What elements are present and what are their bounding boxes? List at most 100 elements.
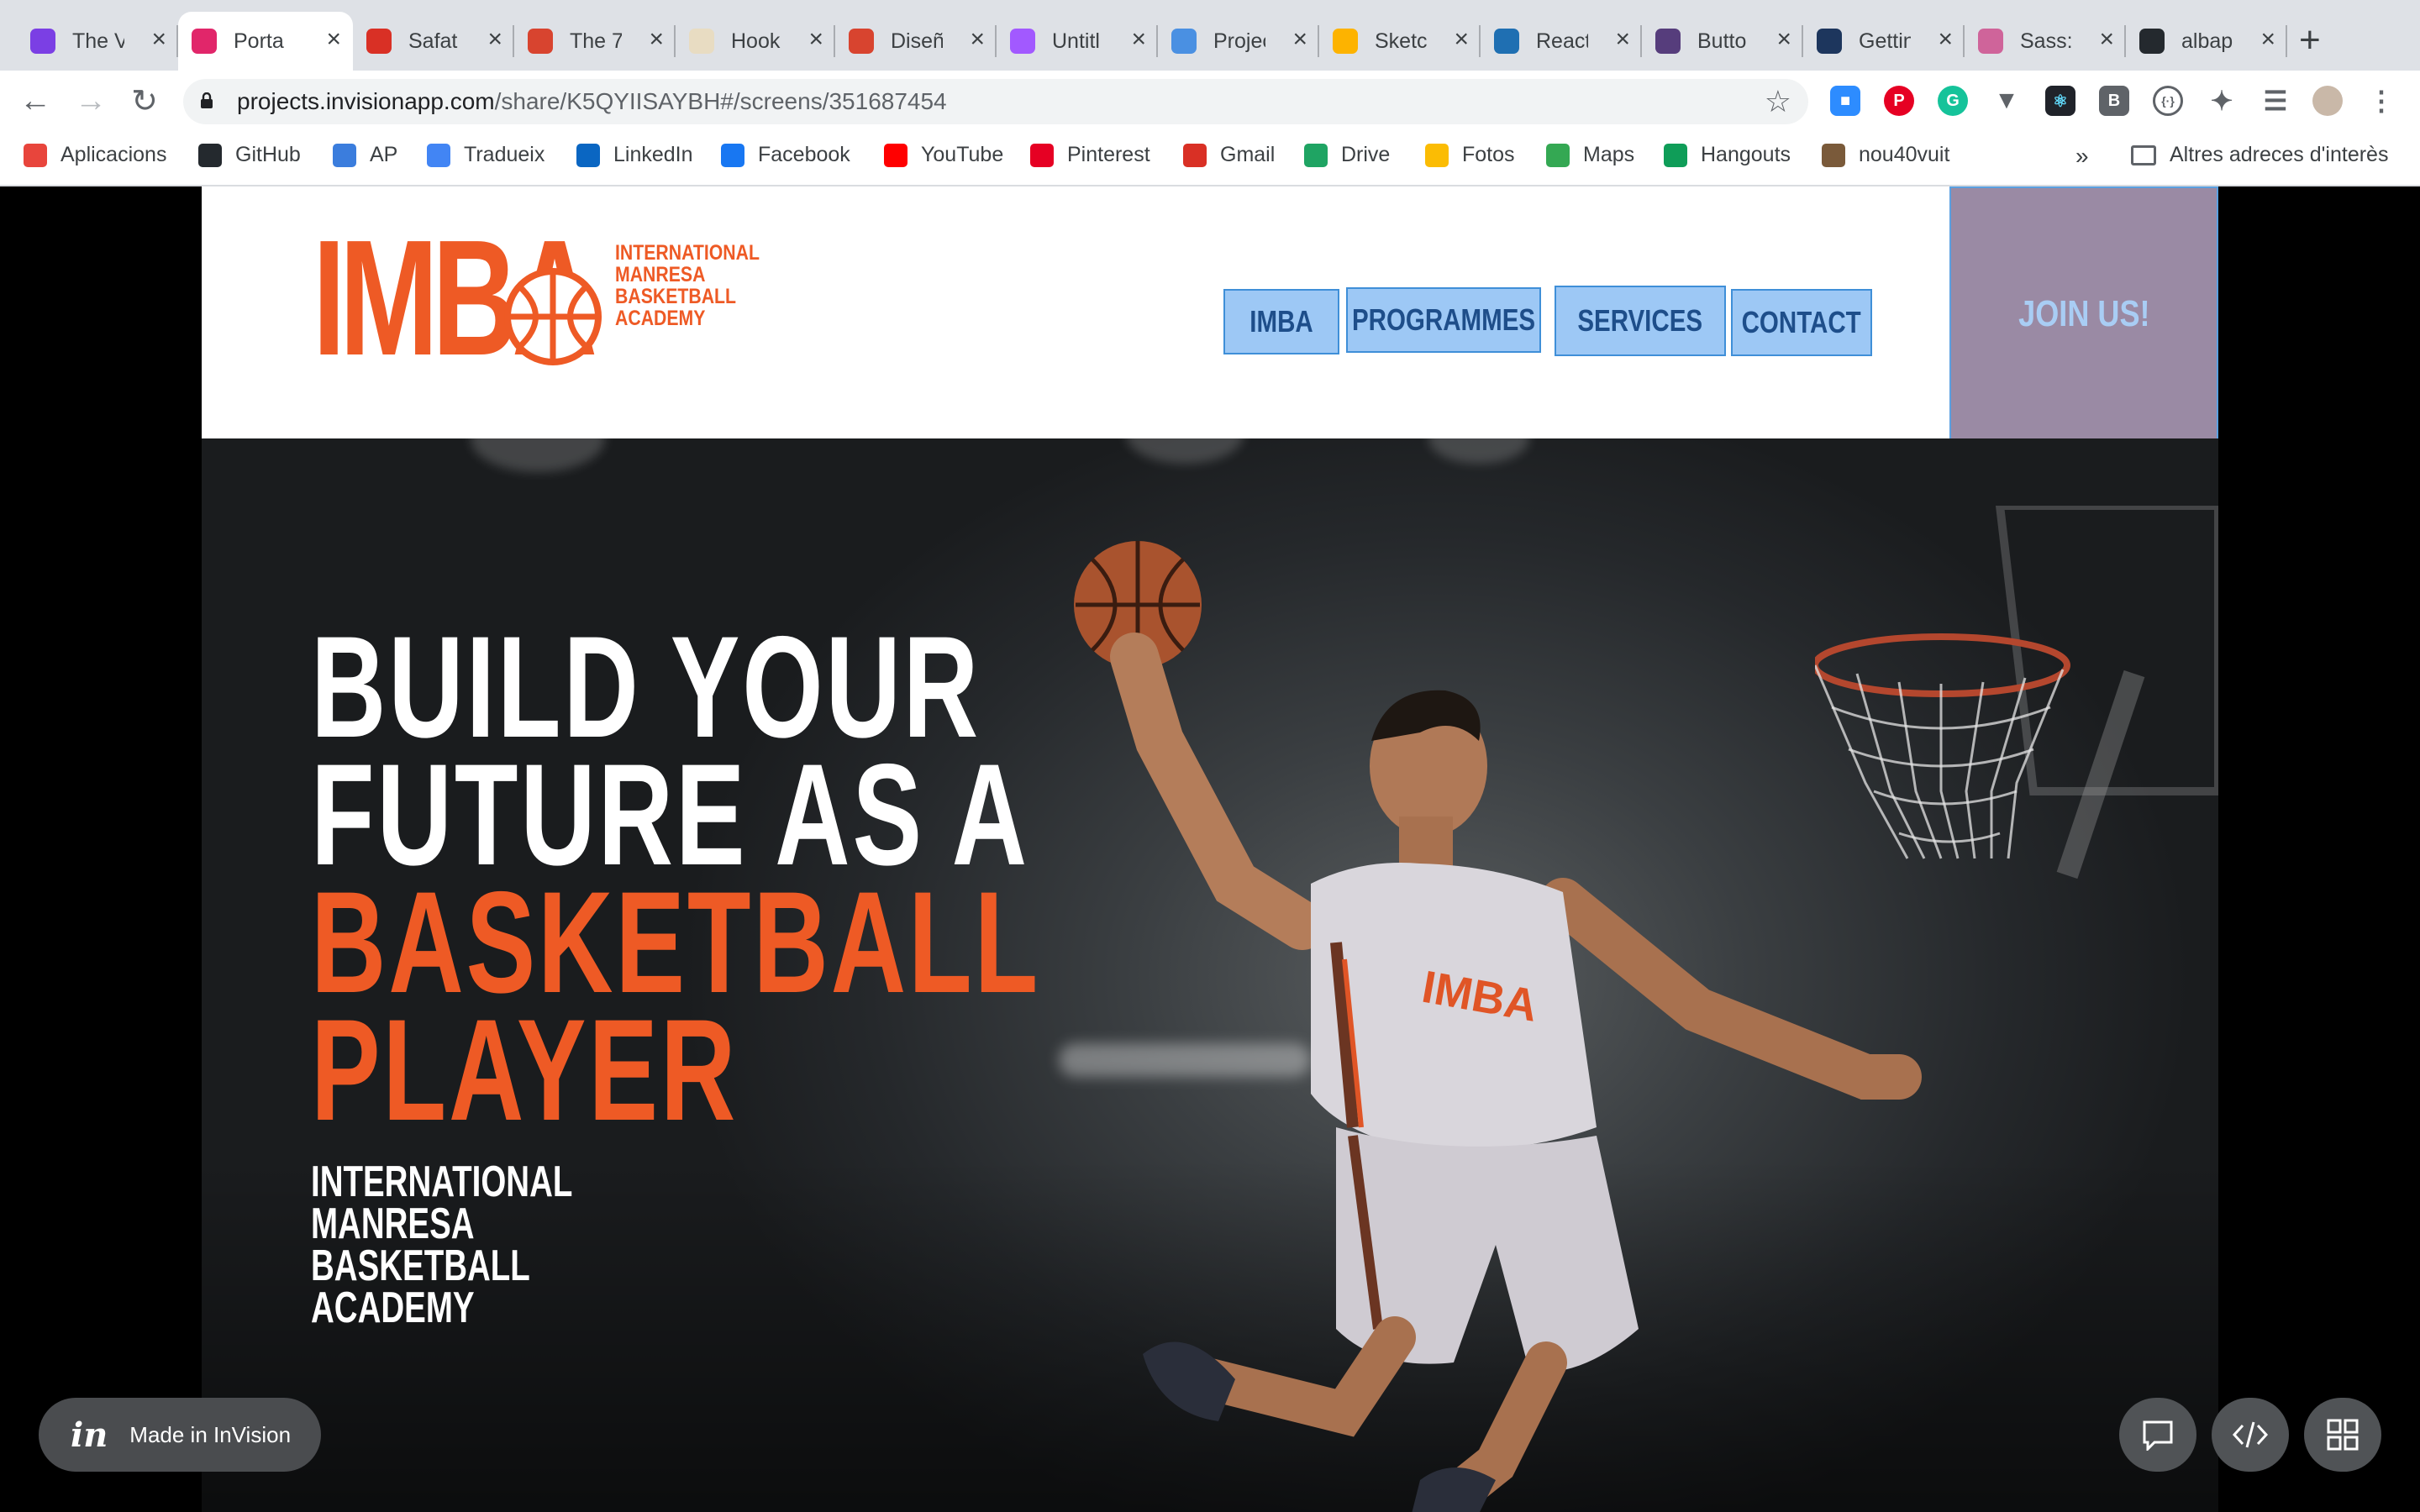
close-tab-icon[interactable]: × [1454,27,1469,52]
browser-tab[interactable]: The 7 × [514,12,676,71]
bookmark-label: nou40vuit [1859,143,1950,166]
hangouts-icon [1664,143,1687,167]
url-host: projects.invisionapp.com [237,88,495,114]
browser-tab[interactable]: albap × [2126,12,2287,71]
bookmark-maps[interactable]: Maps [1546,143,1634,167]
sketch-icon [1333,29,1358,54]
bookmark-label: Aplicacions [60,143,167,166]
bookmark-facebook[interactable]: Facebook [721,143,850,167]
reload-icon[interactable]: ↻ [126,82,163,119]
figma-icon [1010,29,1035,54]
bookmark-gmail[interactable]: Gmail [1183,143,1275,167]
browser-tab[interactable]: The V × [17,12,178,71]
bookmark-label: Tradueix [464,143,545,166]
browser-tab[interactable]: Sass: × [1965,12,2126,71]
facebook-icon [721,143,744,167]
browser-tab[interactable]: React × [1481,12,1642,71]
nav-services-link[interactable]: SERVICES [1555,286,1726,356]
site-icon [1822,143,1845,167]
close-tab-icon[interactable]: × [1131,27,1146,52]
profile-avatar[interactable] [2312,86,2343,116]
headline-line-3: BASKETBALL [311,862,1041,1023]
comment-mode-button[interactable] [2119,1398,2196,1472]
close-tab-icon[interactable]: × [487,27,502,52]
ux-icon [528,29,553,54]
folder-icon [2131,144,2156,165]
bookmark-github[interactable]: GitHub [198,143,301,167]
bookmark-fotos[interactable]: Fotos [1425,143,1515,167]
close-tab-icon[interactable]: × [1615,27,1630,52]
bookmark-aplicacions[interactable]: Aplicacions [24,143,166,167]
join-us-button[interactable]: JOIN US! [1949,186,2218,452]
grammarly-extension-icon[interactable]: G [1938,86,1968,116]
inspect-mode-button[interactable] [2212,1398,2289,1472]
back-icon[interactable]: ← [17,82,54,119]
close-tab-icon[interactable]: × [1292,27,1307,52]
stadium-light [471,438,605,472]
pinterest-extension-icon[interactable]: P [1884,86,1914,116]
made-in-invision-badge[interactable]: in Made in InVision [39,1398,321,1472]
bookmark-linkedin[interactable]: LinkedIn [576,143,693,167]
nav-programmes-link[interactable]: PROGRAMMES [1346,287,1541,353]
wix-icon [333,143,356,167]
bookmark-ap[interactable]: AP [333,143,397,167]
nav-imba-link[interactable]: IMBA [1223,289,1339,354]
code-extension-icon[interactable]: {·} [2153,86,2183,116]
browser-tab[interactable]: Butto × [1642,12,1803,71]
extensions-puzzle-icon[interactable]: ✦ [2207,86,2237,116]
zoom-extension-icon[interactable]: ■ [1830,86,1860,116]
bookmark-hangouts[interactable]: Hangouts [1664,143,1791,167]
close-tab-icon[interactable]: × [1938,27,1953,52]
bookmark-drive[interactable]: Drive [1304,143,1390,167]
bookmark-label: Drive [1341,143,1391,166]
tab-title: The V [72,29,124,53]
hero-headline: BUILD YOUR FUTURE AS A BASKETBALL PLAYER [311,615,1041,1142]
bookmarks-bar: » Altres adreces d'interès Aplicacions Gi… [0,131,2420,186]
subtitle-line-4: ACADEMY [311,1284,475,1332]
close-tab-icon[interactable]: × [326,27,341,52]
tab-title: Untitl [1052,29,1100,53]
close-tab-icon[interactable]: × [2260,27,2275,52]
react-devtools-icon[interactable]: ⚛ [2045,86,2075,116]
bookmark-nou40vuit[interactable]: nou40vuit [1822,143,1949,167]
vue-devtools-icon[interactable]: ▼ [1991,86,2022,116]
bookmark-star-icon[interactable]: ☆ [1765,84,1791,119]
browser-tab[interactable]: Diseñ × [835,12,997,71]
browser-tab[interactable]: Untitl × [997,12,1158,71]
tab-title: Porta [234,29,284,53]
more-bookmarks-button[interactable]: » [2075,143,2089,170]
join-us-label: JOIN US! [2018,293,2150,334]
youtube-icon [884,143,908,167]
browser-tab[interactable]: Sketc × [1319,12,1481,71]
browser-tab[interactable]: Safat × [353,12,514,71]
nav-contact-link[interactable]: CONTACT [1731,289,1872,356]
dribbble-like-icon [30,29,55,54]
bookmark-pinterest[interactable]: Pinterest [1030,143,1150,167]
screens-grid-button[interactable] [2304,1398,2381,1472]
chrome-menu-icon[interactable]: ⋮ [2366,86,2396,116]
bookmark-label: Pinterest [1067,143,1150,166]
close-tab-icon[interactable]: × [649,27,664,52]
address-bar[interactable]: projects.invisionapp.com/share/K5QYIISAY… [183,79,1808,124]
browser-tab[interactable]: Gettin × [1803,12,1965,71]
close-tab-icon[interactable]: × [970,27,985,52]
close-tab-icon[interactable]: × [2099,27,2114,52]
bookmark-youtube[interactable]: YouTube [884,143,1003,167]
logo-wordmark: INTERNATIONAL MANRESA BASKETBALL ACADEMY [615,242,760,329]
new-tab-button[interactable]: + [2299,22,2321,59]
other-bookmarks-folder[interactable]: Altres adreces d'interès [2131,143,2388,167]
forward-icon[interactable]: → [72,82,109,119]
close-tab-icon[interactable]: × [1776,27,1791,52]
bookmark-tradueix[interactable]: Tradueix [427,143,544,167]
browser-tab[interactable]: Hook × [676,12,835,71]
bookmark-label: Fotos [1462,143,1515,166]
close-tab-icon[interactable]: × [808,27,823,52]
tab-separator [2286,25,2287,57]
close-tab-icon[interactable]: × [151,27,166,52]
react-icon [1494,29,1519,54]
media-queue-icon[interactable]: ☰ [2260,86,2291,116]
tab-title: Projec [1213,29,1265,53]
browser-tab[interactable]: Porta × [178,12,353,71]
browser-tab[interactable]: Projec × [1158,12,1319,71]
b-extension-icon[interactable]: B [2099,86,2129,116]
